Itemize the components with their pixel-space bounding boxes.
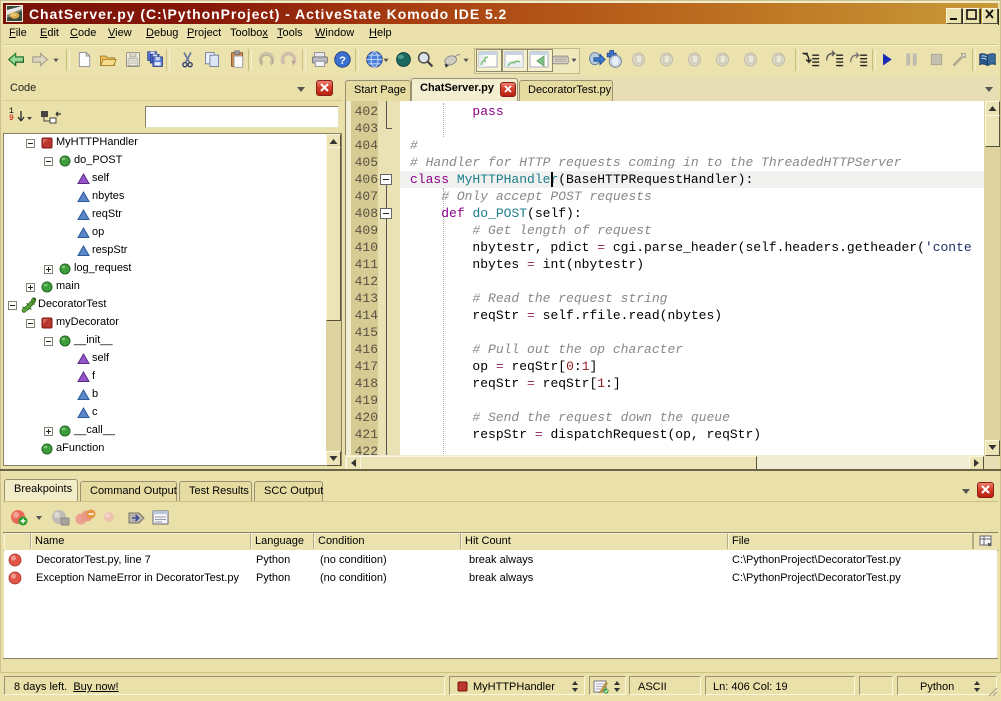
- svg-text:?: ?: [339, 55, 346, 67]
